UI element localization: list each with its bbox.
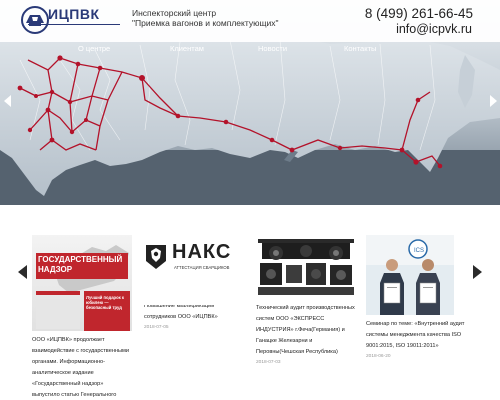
logo-underline [28,24,120,25]
nav-item-clients[interactable]: Клиентам [170,44,204,53]
naks-title: НАКС [172,241,232,263]
news-text[interactable]: Технический аудит производственных систе… [256,303,356,358]
phone-number[interactable]: 8 (499) 261-66-45 [365,6,473,21]
news-image-seminar[interactable]: ICS [366,235,454,315]
svg-text:ICS: ICS [414,248,424,254]
image-caption: Лучший подарок к юбилею — безопасный тру… [86,295,124,310]
carousel-next-icon[interactable] [472,265,482,279]
logo-text: ИЦПВК [48,6,100,22]
news-image-railcar-parts[interactable] [256,235,356,299]
email-link[interactable]: info@icpvk.ru [396,22,472,36]
nav-item-about[interactable]: О центре [78,44,110,53]
tagline: Инспекторский центр "Приемка вагонов и к… [132,8,278,28]
slider-next-icon[interactable] [489,95,497,107]
tagline-line-2: "Приемка вагонов и комплектующих" [132,18,279,28]
hero-slider: ИЦПВК Инспекторский центр "Приемка вагон… [0,0,500,205]
main-nav: О центре Клиентам Новости Контакты [0,43,500,57]
news-carousel: ГОСУДАРСТВЕННЫЙ НАДЗОР Лучший подарок к … [0,205,500,400]
nav-item-news[interactable]: Новости [258,44,287,53]
header-bar: ИЦПВК Инспекторский центр "Приемка вагон… [0,0,500,42]
naks-caption: АТТЕСТАЦИЯ СВАРЩИКОВ [174,265,230,270]
locomotive-logo-icon [21,6,49,34]
news-text[interactable]: ООО «ИЦПВК» продолжает взаимодействие с … [32,335,132,400]
news-image-naks[interactable]: НАКС АТТЕСТАЦИЯ СВАРЩИКОВ [144,235,244,305]
news-date: 2018-07-03 [256,360,281,365]
seminar-photo: ICS [366,235,454,315]
image-title: ГОСУДАРСТВЕННЫЙ НАДЗОР [38,255,123,274]
naks-emblem-icon [146,245,166,269]
news-date: 2018-06-20 [366,354,391,359]
nav-item-contacts[interactable]: Контакты [344,44,376,53]
news-image-gosnadzor[interactable]: ГОСУДАРСТВЕННЫЙ НАДЗОР Лучший подарок к … [32,235,132,331]
news-text[interactable]: Семинар по теме: «Внутренний аудит систе… [366,319,466,352]
slider-prev-icon[interactable] [4,95,12,107]
news-card[interactable]: НАКС АТТЕСТАЦИЯ СВАРЩИКОВ Повышение квал… [144,235,244,330]
logo[interactable]: ИЦПВК [20,5,120,35]
tagline-line-1: Инспекторский центр [132,8,217,18]
news-card[interactable]: ГОСУДАРСТВЕННЫЙ НАДЗОР Лучший подарок к … [32,235,132,400]
news-card[interactable]: Технический аудит производственных систе… [256,235,356,365]
news-date: 2018-07-05 [144,325,169,330]
news-card[interactable]: ICS Семинар по теме: «Внутренний аудит с… [366,235,466,359]
railcar-bogie-image [256,235,356,299]
carousel-prev-icon[interactable] [18,265,28,279]
